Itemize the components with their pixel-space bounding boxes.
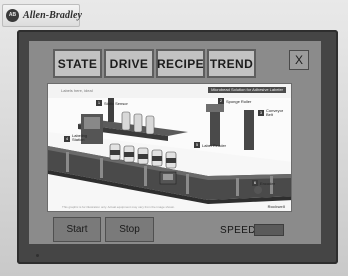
conveyor-illustration <box>48 92 291 211</box>
nav-trend-button[interactable]: TREND <box>207 49 256 78</box>
panel-footnote: This graphic is for illustration only. A… <box>62 205 175 209</box>
process-graphic-panel: Labels here, ideal Microbead Solution fo… <box>47 83 292 212</box>
start-button[interactable]: Start <box>53 217 101 242</box>
close-button[interactable]: X <box>289 50 309 70</box>
nav-recipe-button[interactable]: RECIPE <box>156 49 205 78</box>
speed-display <box>254 224 284 236</box>
conveyor-belt-label: Conveyor Belt <box>266 108 284 117</box>
rockwell-logo: Rockwell <box>267 204 285 209</box>
callout-badge: 2 <box>218 98 224 104</box>
brand-name: Allen-Bradley <box>23 9 83 21</box>
labeling-station-label: Labeling Station <box>72 133 88 142</box>
label-reader-label: Label Reader <box>202 143 227 148</box>
callout-badge: 1 <box>96 100 102 106</box>
panel-title-right: Microbead Solution for Adhesive Labeler <box>208 87 286 93</box>
encoder-label: Encoder <box>260 181 275 186</box>
brand: AB Allen-Bradley <box>6 8 82 22</box>
callout-badge: 3 <box>258 110 264 116</box>
nav-drive-button[interactable]: DRIVE <box>104 49 154 78</box>
power-led-icon <box>36 254 39 257</box>
callout-badge: 6 <box>252 180 258 186</box>
brand-logo-icon: AB <box>6 8 19 22</box>
static-sensor-label: Static Sensor <box>104 101 128 106</box>
panel-title-left: Labels here, ideal <box>61 88 93 93</box>
sponge-roller-label: Sponge Roller <box>226 99 252 104</box>
callout-badge: 4 <box>64 136 70 142</box>
nav-state-button[interactable]: STATE <box>53 49 102 78</box>
speed-label: SPEED <box>220 225 256 236</box>
callout-badge: 5 <box>194 142 200 148</box>
stop-button[interactable]: Stop <box>105 217 154 242</box>
